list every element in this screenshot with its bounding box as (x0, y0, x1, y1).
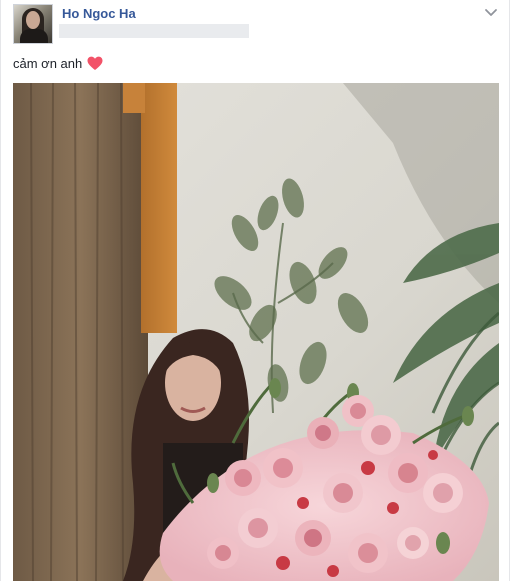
post-meta-redacted (59, 24, 249, 38)
post-caption: cảm ơn anh (13, 56, 103, 71)
caption-text: cảm ơn anh (13, 56, 83, 71)
author-name-link[interactable]: Ho Ngoc Ha (62, 6, 136, 21)
post-photo[interactable] (13, 83, 499, 581)
avatar-body (20, 29, 48, 43)
post-options-button[interactable] (483, 4, 499, 20)
heart-icon (87, 56, 103, 71)
avatar-face (26, 11, 40, 29)
chevron-down-icon (485, 9, 497, 16)
facebook-post: Ho Ngoc Ha cảm ơn anh (0, 0, 510, 581)
author-avatar[interactable] (13, 4, 53, 44)
photo-illustration (13, 83, 499, 581)
